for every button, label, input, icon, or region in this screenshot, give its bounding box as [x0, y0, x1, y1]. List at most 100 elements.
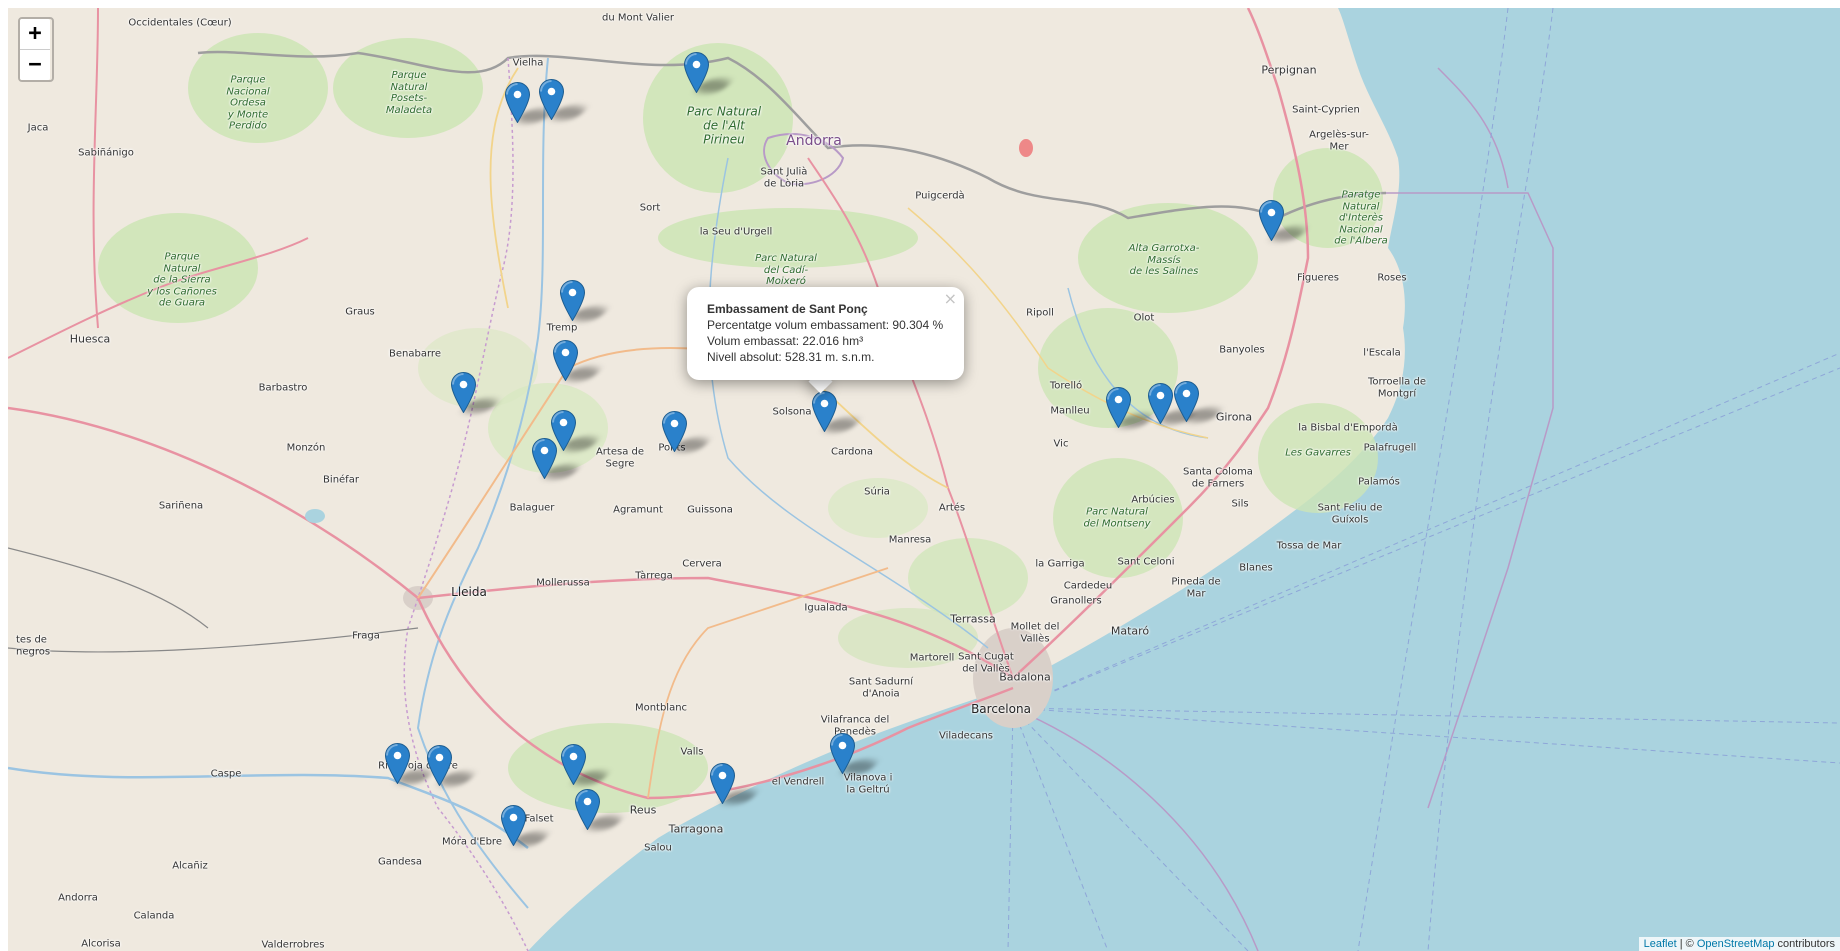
- place-label-palafrugell: Palafrugell: [1363, 442, 1417, 454]
- reservoir-marker[interactable]: [505, 82, 530, 123]
- place-label-roses: Roses: [1377, 272, 1407, 284]
- place-label-blanes: Blanes: [1239, 562, 1273, 574]
- map-pin-icon: [553, 340, 578, 381]
- place-label-elvendrell: el Vendrell: [771, 776, 825, 788]
- map-pin-icon: [560, 280, 585, 321]
- place-label-calanda: Calanda: [133, 910, 175, 922]
- place-label-graus: Graus: [345, 306, 375, 318]
- reservoir-popup: × Embassament de Sant Ponç Percentatge v…: [687, 287, 964, 380]
- reservoir-marker[interactable]: [662, 411, 687, 452]
- place-label-santceloni: Sant Celoni: [1117, 556, 1175, 568]
- place-label-lleida: Lleida: [451, 585, 487, 600]
- place-label-huesca: Huesca: [69, 332, 111, 346]
- place-label-guissona: Guissona: [687, 504, 733, 516]
- map-pin-icon: [1106, 387, 1131, 428]
- place-label-lescala: l'Escala: [1363, 347, 1401, 359]
- park-label-posets: Parque Natural Posets- Maladeta: [385, 70, 433, 116]
- park-label-altpirineu: Parc Natural de l'Alt Pirineu: [686, 104, 762, 146]
- place-label-figueres: Figueres: [1297, 272, 1339, 284]
- zoom-in-button[interactable]: +: [20, 19, 50, 50]
- popup-volume-percentage: Percentatge volum embassament: 90.304 %: [707, 318, 944, 332]
- map-pin-icon: [1259, 200, 1284, 241]
- place-label-mollerussa: Mollerussa: [536, 577, 590, 589]
- place-label-tarragona: Tarragona: [668, 822, 724, 836]
- reservoir-marker[interactable]: [575, 789, 600, 830]
- place-label-dumont: du Mont Valier: [601, 12, 675, 24]
- place-label-laseu: la Seu d'Urgell: [699, 226, 773, 238]
- attribution-separator: | ©: [1676, 938, 1697, 950]
- reservoir-marker[interactable]: [561, 744, 586, 785]
- map-pin-icon: [505, 82, 530, 123]
- place-label-agramunt: Agramunt: [613, 504, 663, 516]
- reservoir-marker[interactable]: [501, 805, 526, 846]
- place-label-puigcerda: Puigcerdà: [915, 190, 965, 202]
- place-label-lagarriga: la Garriga: [1035, 558, 1085, 570]
- map-view[interactable]: Occidentales (Cœur) du Mont Valier Vielh…: [8, 8, 1840, 951]
- place-label-santfeliu: Sant Feliu de Guíxols: [1317, 502, 1383, 526]
- place-label-sils: Sils: [1231, 498, 1249, 510]
- reservoir-marker[interactable]: [553, 340, 578, 381]
- place-label-valderrobres: Valderrobres: [261, 939, 325, 951]
- reservoir-marker[interactable]: [539, 79, 564, 120]
- place-label-vic: Vic: [1053, 438, 1069, 450]
- map-pin-icon: [501, 805, 526, 846]
- place-label-barcelona: Barcelona: [971, 702, 1031, 717]
- reservoir-marker[interactable]: [710, 763, 735, 804]
- attribution-contributors: contributors: [1774, 938, 1835, 950]
- place-label-olot: Olot: [1133, 312, 1155, 324]
- place-label-ripoll: Ripoll: [1026, 307, 1054, 319]
- leaflet-link[interactable]: Leaflet: [1644, 938, 1677, 950]
- place-label-monegros: tes de negros: [16, 634, 51, 658]
- place-label-pineda: Pineda de Mar: [1171, 576, 1221, 600]
- place-label-falset: Falset: [524, 813, 554, 825]
- place-label-fraga: Fraga: [352, 630, 380, 642]
- reservoir-marker[interactable]: [1148, 383, 1173, 424]
- place-label-martorell: Martorell: [909, 652, 955, 664]
- place-label-gandesa: Gandesa: [377, 856, 423, 868]
- place-label-banyoles: Banyoles: [1219, 344, 1265, 356]
- reservoir-marker[interactable]: [812, 391, 837, 432]
- place-label-mora: Móra d'Ebre: [442, 836, 502, 848]
- map-pin-icon: [532, 438, 557, 479]
- place-label-vilanova: Vilanova i la Geltrú: [843, 772, 893, 796]
- reservoir-marker[interactable]: [684, 52, 709, 93]
- reservoir-marker[interactable]: [385, 743, 410, 784]
- osm-link[interactable]: OpenStreetMap: [1697, 938, 1775, 950]
- reservoir-marker[interactable]: [532, 438, 557, 479]
- reservoir-marker[interactable]: [830, 733, 855, 774]
- map-pin-icon: [451, 372, 476, 413]
- place-label-salou: Salou: [644, 842, 672, 854]
- place-label-balaguer: Balaguer: [509, 502, 555, 514]
- park-label-albera: Paratge Natural d'Interès Nacional de l'…: [1334, 189, 1388, 247]
- place-label-sarinena: Sariñena: [158, 500, 204, 512]
- map-attribution: Leaflet | © OpenStreetMap contributors: [1638, 937, 1840, 951]
- place-label-granollers: Granollers: [1050, 595, 1102, 607]
- place-label-santsadurni: Sant Sadurní d'Anoia: [848, 676, 914, 700]
- place-label-artesa: Artesa de Segre: [595, 446, 645, 470]
- map-pin-icon: [662, 411, 687, 452]
- place-label-viladecans: Viladecans: [939, 730, 993, 742]
- reservoir-marker[interactable]: [560, 280, 585, 321]
- reservoir-marker[interactable]: [1106, 387, 1131, 428]
- place-label-occidentales: Occidentales (Cœur): [128, 17, 232, 29]
- reservoir-marker[interactable]: [1259, 200, 1284, 241]
- place-label-manlleu: Manlleu: [1050, 405, 1090, 417]
- place-label-labisbal: la Bisbal d'Empordà: [1298, 422, 1398, 434]
- reservoir-marker[interactable]: [451, 372, 476, 413]
- place-label-igualada: Igualada: [804, 602, 848, 614]
- reservoir-marker[interactable]: [1174, 381, 1199, 422]
- place-label-cardedeu: Cardedeu: [1063, 580, 1113, 592]
- zoom-out-button[interactable]: −: [20, 50, 50, 80]
- park-label-garrotxa: Alta Garrotxa- Massís de les Salines: [1128, 242, 1200, 277]
- place-label-sort: Sort: [639, 202, 661, 214]
- place-label-saintcyprien: Saint-Cyprien: [1292, 104, 1360, 116]
- popup-close-button[interactable]: ×: [944, 289, 957, 308]
- place-label-solsona: Solsona: [772, 406, 812, 418]
- place-label-montblanc: Montblanc: [634, 702, 688, 714]
- map-pin-icon: [684, 52, 709, 93]
- place-label-santjulia: Sant Julià de Lòria: [760, 166, 808, 190]
- map-tiles: [8, 8, 1840, 951]
- reservoir-marker[interactable]: [427, 745, 452, 786]
- map-pin-icon: [561, 744, 586, 785]
- popup-content: Embassament de Sant Ponç Percentatge vol…: [707, 301, 943, 365]
